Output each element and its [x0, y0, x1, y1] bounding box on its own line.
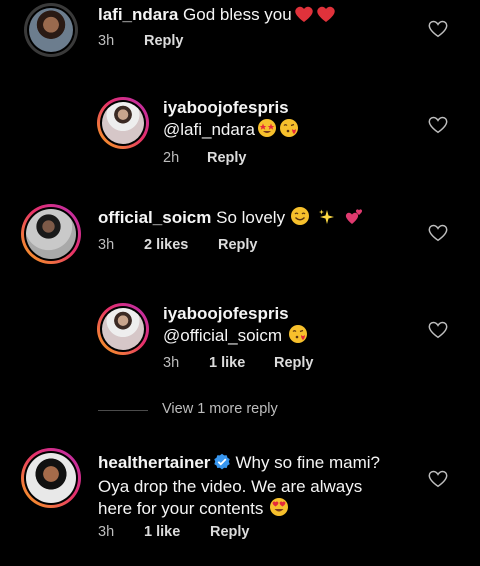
avatar[interactable] — [24, 3, 78, 57]
likes-count[interactable]: 1 like — [209, 355, 274, 371]
comment-text: lafi_ndara God bless you — [98, 4, 428, 28]
like-heart-icon[interactable] — [427, 114, 449, 136]
likes-count[interactable]: 1 like — [144, 524, 210, 540]
reply-button[interactable]: Reply — [218, 237, 258, 253]
comment-healthertainer: healthertainer Why so fine mami? Oya drop… — [0, 440, 480, 566]
face-blowing-kiss-emoji — [279, 118, 299, 143]
heart-eyes-emoji — [269, 497, 289, 522]
comment-meta: 3h 1 like Reply — [163, 355, 314, 371]
username[interactable]: official_soicm — [98, 208, 211, 227]
sparkles-emoji — [318, 208, 336, 231]
two-hearts-emoji — [344, 206, 364, 231]
mention-link[interactable]: @official_soicm — [163, 326, 282, 345]
comment-body-line1: Why so fine mami? — [235, 453, 380, 472]
avatar[interactable] — [97, 303, 149, 355]
reply-iyaboojofespris-1: iyaboojofespris @lafi_ndara 2h Reply — [0, 90, 480, 180]
username[interactable]: iyaboojofespris — [163, 303, 423, 324]
username[interactable]: lafi_ndara — [98, 5, 178, 24]
like-heart-icon[interactable] — [427, 468, 449, 490]
comment-text: iyaboojofespris @official_soicm — [163, 303, 423, 349]
view-more-label[interactable]: View 1 more reply — [162, 401, 278, 417]
face-blowing-kiss-emoji — [288, 324, 308, 349]
view-more-replies[interactable]: View 1 more reply — [98, 399, 358, 421]
red-heart-emoji — [316, 5, 336, 28]
avatar[interactable] — [21, 448, 81, 508]
reply-button[interactable]: Reply — [207, 150, 247, 166]
comment-text: official_soicm So lovely — [98, 206, 418, 231]
timestamp: 3h — [98, 524, 115, 540]
comment-body-line3: here for your contents — [98, 499, 264, 518]
timestamp: 3h — [163, 355, 180, 371]
reply-button[interactable]: Reply — [210, 524, 250, 540]
comment-meta: 3h Reply — [98, 33, 184, 49]
username[interactable]: healthertainer — [98, 453, 210, 472]
timestamp: 2h — [163, 150, 180, 166]
red-heart-emoji — [294, 5, 314, 28]
username[interactable]: iyaboojofespris — [163, 97, 423, 118]
comment-body-line2: Oya drop the video. We are always — [98, 477, 363, 496]
comment-text: iyaboojofespris @lafi_ndara — [163, 97, 423, 143]
star-struck-emoji — [257, 118, 277, 143]
divider — [98, 410, 148, 411]
verified-badge-icon — [213, 453, 231, 476]
smiling-face-emoji — [290, 206, 310, 231]
timestamp: 3h — [98, 237, 115, 253]
comment-meta: 3h 1 like Reply — [98, 524, 250, 540]
avatar[interactable] — [97, 97, 149, 149]
comment-official-soicm: official_soicm So lovely 3h 2 likes Repl… — [0, 198, 480, 278]
comment-text: healthertainer Why so fine mami? Oya drop… — [98, 452, 418, 522]
comment-meta: 2h Reply — [163, 150, 247, 166]
timestamp: 3h — [98, 33, 115, 49]
avatar[interactable] — [21, 204, 81, 264]
comment-body: So lovely — [216, 208, 286, 227]
comment-body: God bless you — [183, 5, 292, 24]
mention-link[interactable]: @lafi_ndara — [163, 120, 255, 139]
reply-button[interactable]: Reply — [274, 355, 314, 371]
comment-lafi-ndara: lafi_ndara God bless you 3h Reply — [0, 0, 480, 80]
reply-iyaboojofespris-2: iyaboojofespris @official_soicm 3h 1 lik… — [0, 296, 480, 386]
like-heart-icon[interactable] — [427, 222, 449, 244]
likes-count[interactable]: 2 likes — [144, 237, 218, 253]
like-heart-icon[interactable] — [427, 18, 449, 40]
like-heart-icon[interactable] — [427, 319, 449, 341]
comment-meta: 3h 2 likes Reply — [98, 237, 258, 253]
reply-button[interactable]: Reply — [144, 33, 184, 49]
